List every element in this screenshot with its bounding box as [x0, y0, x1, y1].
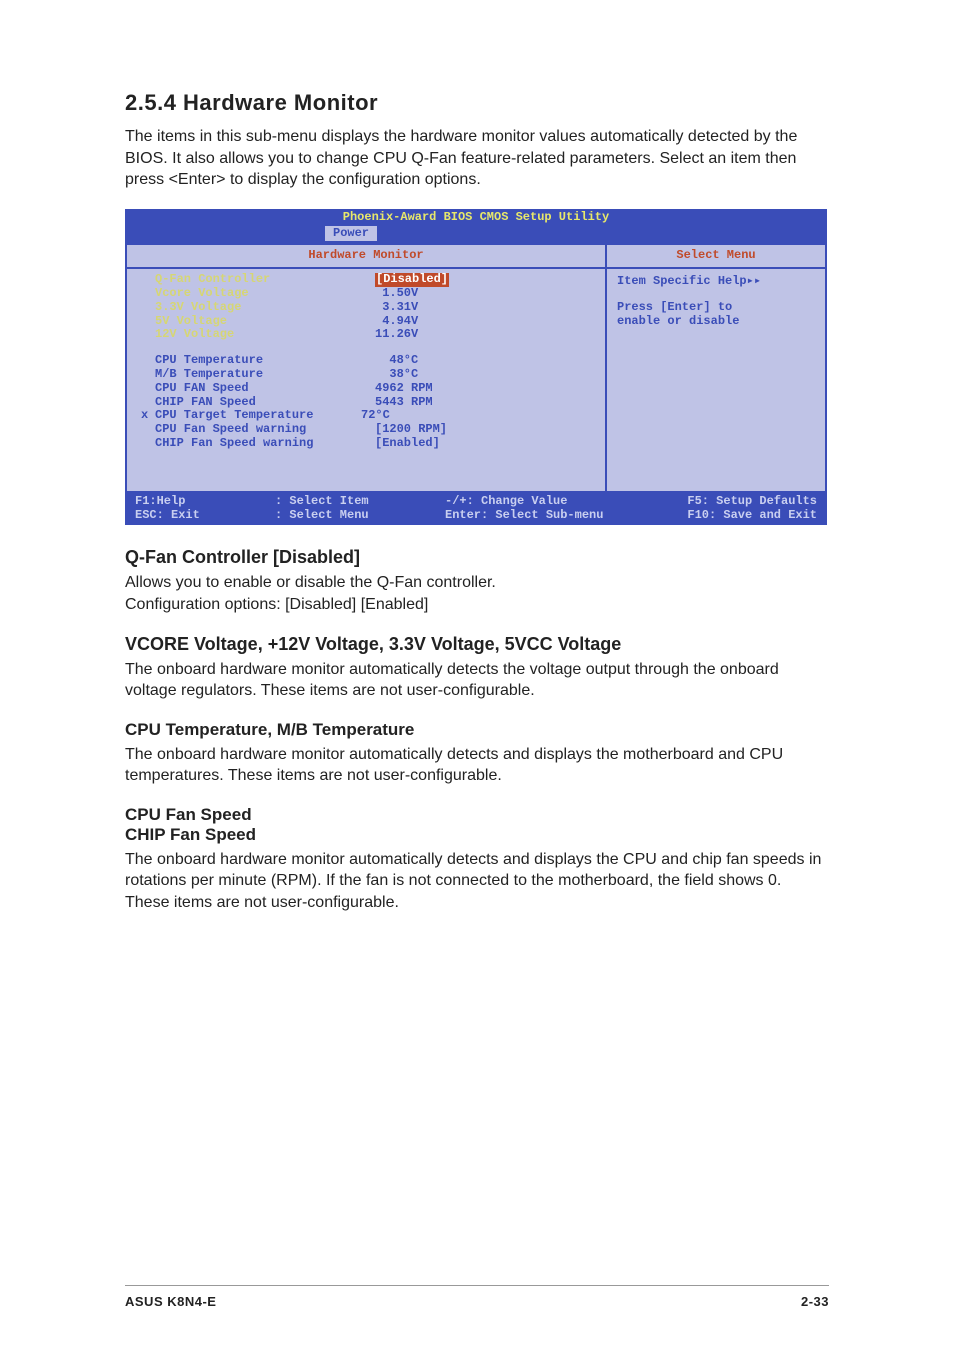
bios-label: CPU Fan Speed warning	[155, 423, 375, 437]
bios-left-panel: Hardware Monitor Q-Fan Controller [Disab…	[125, 243, 605, 492]
bios-value: [1200 RPM]	[375, 423, 447, 437]
bios-item-list: Q-Fan Controller [Disabled] Vcore Voltag…	[127, 269, 605, 491]
bios-row-vcore: Vcore Voltage 1.50V	[127, 287, 605, 301]
footer-key: : Select Item	[275, 495, 445, 509]
bios-label: M/B Temperature	[155, 368, 375, 382]
bios-footer: F1:Help : Select Item -/+: Change Value …	[125, 493, 827, 526]
qfan-heading: Q-Fan Controller [Disabled]	[125, 547, 829, 568]
bios-row-chipfanwarn[interactable]: CHIP Fan Speed warning [Enabled]	[127, 437, 605, 451]
bios-value: 3.31V	[375, 301, 418, 315]
bios-help-box: Item Specific Help▸▸ Press [Enter] to en…	[607, 269, 825, 334]
footer-key: F5: Setup Defaults	[675, 495, 817, 509]
temp-heading: CPU Temperature, M/B Temperature	[125, 720, 829, 740]
body-text: The onboard hardware monitor automatical…	[125, 659, 829, 702]
bios-title: Phoenix-Award BIOS CMOS Setup Utility	[125, 209, 827, 226]
body-text: Allows you to enable or disable the Q-Fa…	[125, 572, 829, 594]
disabled-marker-icon: x	[141, 409, 155, 423]
chipfan-heading: CHIP Fan Speed	[125, 825, 829, 845]
bios-screenshot: Phoenix-Award BIOS CMOS Setup Utility Po…	[125, 209, 827, 526]
bios-right-header: Select Menu	[607, 245, 825, 269]
bios-label: 12V Voltage	[155, 328, 375, 342]
bios-value: 38°C	[375, 368, 418, 382]
bios-tab-power[interactable]: Power	[325, 226, 377, 242]
bios-label: 5V Voltage	[155, 315, 375, 329]
bios-help-line: enable or disable	[617, 315, 815, 329]
bios-help-line: Press [Enter] to	[617, 301, 815, 315]
bios-row-cputemp: CPU Temperature 48°C	[127, 354, 605, 368]
bios-row-3v: 3.3V Voltage 3.31V	[127, 301, 605, 315]
bios-label: CPU Temperature	[155, 354, 375, 368]
cpufan-heading: CPU Fan Speed	[125, 805, 829, 825]
body-text: Configuration options: [Disabled] [Enabl…	[125, 594, 829, 616]
bios-value: 4.94V	[375, 315, 418, 329]
footer-key: F1:Help	[135, 495, 275, 509]
bios-left-header: Hardware Monitor	[127, 245, 605, 269]
bios-row-12v: 12V Voltage 11.26V	[127, 328, 605, 342]
footer-key: Enter: Select Sub-menu	[445, 509, 675, 523]
footer-page-number: 2-33	[801, 1294, 829, 1309]
footer-key: -/+: Change Value	[445, 495, 675, 509]
bios-row-cpufanwarn[interactable]: CPU Fan Speed warning [1200 RPM]	[127, 423, 605, 437]
bios-right-panel: Select Menu Item Specific Help▸▸ Press […	[605, 243, 827, 492]
bios-row-qfan[interactable]: Q-Fan Controller [Disabled]	[127, 273, 605, 287]
footer-key: F10: Save and Exit	[675, 509, 817, 523]
bios-value: 4962 RPM	[375, 382, 433, 396]
bios-label: Q-Fan Controller	[155, 273, 375, 287]
bios-help-title: Item Specific Help	[617, 275, 747, 289]
bios-value: [Enabled]	[375, 437, 440, 451]
bios-label: Vcore Voltage	[155, 287, 375, 301]
bios-label: CHIP Fan Speed warning	[155, 437, 375, 451]
bios-value: 48°C	[375, 354, 418, 368]
footer-key: ESC: Exit	[135, 509, 275, 523]
page: 2.5.4 Hardware Monitor The items in this…	[0, 0, 954, 1351]
section-heading: 2.5.4 Hardware Monitor	[125, 90, 829, 116]
page-footer: ASUS K8N4-E 2-33	[125, 1285, 829, 1309]
bios-label: CPU Target Temperature	[155, 409, 361, 423]
bios-value: 72°C	[361, 409, 390, 423]
arrow-right-icon: ▸▸	[747, 275, 761, 289]
bios-label: CPU FAN Speed	[155, 382, 375, 396]
bios-value-selected: [Disabled]	[375, 273, 449, 287]
body-text: The onboard hardware monitor automatical…	[125, 849, 829, 914]
section-intro: The items in this sub-menu displays the …	[125, 126, 829, 191]
bios-label: CHIP FAN Speed	[155, 396, 375, 410]
bios-row-chipfan: CHIP FAN Speed 5443 RPM	[127, 396, 605, 410]
body-text: The onboard hardware monitor automatical…	[125, 744, 829, 787]
bios-tabbar: Power	[125, 226, 827, 244]
bios-row-mbtemp: M/B Temperature 38°C	[127, 368, 605, 382]
footer-model: ASUS K8N4-E	[125, 1294, 216, 1309]
bios-value: 5443 RPM	[375, 396, 433, 410]
bios-value: 1.50V	[375, 287, 418, 301]
bios-value: 11.26V	[375, 328, 418, 342]
bios-label: 3.3V Voltage	[155, 301, 375, 315]
bios-row-5v: 5V Voltage 4.94V	[127, 315, 605, 329]
footer-key: : Select Menu	[275, 509, 445, 523]
bios-row-cputarget: x CPU Target Temperature 72°C	[127, 409, 605, 423]
bios-row-cpufan: CPU FAN Speed 4962 RPM	[127, 382, 605, 396]
vcore-heading: VCORE Voltage, +12V Voltage, 3.3V Voltag…	[125, 634, 829, 655]
